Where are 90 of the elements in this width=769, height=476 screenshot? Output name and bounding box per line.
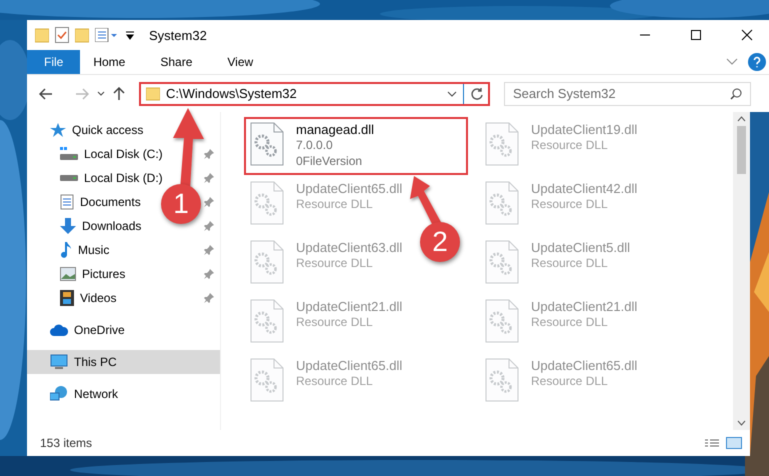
ribbon-tab[interactable]: Home xyxy=(93,50,126,74)
file-name: UpdateClient63.dll xyxy=(296,240,402,255)
computer-icon xyxy=(50,354,68,370)
file-name: UpdateClient65.dll xyxy=(296,358,402,373)
pin-icon[interactable] xyxy=(204,293,214,303)
sidebar-item[interactable]: Local Disk (C:) xyxy=(84,147,163,161)
cloud-icon xyxy=(50,324,68,336)
file-name: UpdateClient5.dll xyxy=(531,240,630,255)
item-count: 153 items xyxy=(40,436,94,450)
file-item[interactable]: managead.dll 7.0.0.0 0FileVersion xyxy=(244,117,468,175)
minimize-icon[interactable] xyxy=(638,34,650,36)
file-settings-icon xyxy=(485,299,519,343)
star-icon xyxy=(50,123,66,137)
scroll-up-icon[interactable] xyxy=(737,116,746,122)
sidebar-item[interactable]: Pictures xyxy=(82,267,126,281)
file-settings-icon xyxy=(250,240,284,284)
refresh-icon[interactable] xyxy=(470,86,484,100)
pin-icon[interactable] xyxy=(204,269,214,279)
sidebar-item[interactable]: Network xyxy=(74,387,118,401)
folder-icon xyxy=(146,86,160,100)
file-settings-icon xyxy=(485,181,519,225)
properties-icon[interactable] xyxy=(55,27,69,43)
address-bar[interactable]: C:\Windows\System32 xyxy=(139,82,490,106)
scrollbar[interactable] xyxy=(733,112,750,430)
pin-icon[interactable] xyxy=(204,149,214,159)
file-name: UpdateClient19.dll xyxy=(531,122,638,137)
sidebar-item[interactable]: OneDrive xyxy=(74,323,125,337)
file-name: UpdateClient21.dll xyxy=(531,299,638,314)
sidebar-item[interactable]: Quick access xyxy=(72,123,144,137)
sidebar-item[interactable]: Documents xyxy=(80,195,141,209)
file-detail: Resource DLL xyxy=(296,373,374,389)
drive-icon xyxy=(60,175,78,181)
back-arrow-icon[interactable] xyxy=(39,88,53,100)
search-field[interactable]: Search System32 xyxy=(504,82,751,106)
music-note-icon xyxy=(60,242,72,258)
file-name: UpdateClient65.dll xyxy=(296,181,402,196)
film-icon xyxy=(60,290,74,306)
chevron-down-icon[interactable] xyxy=(447,90,457,96)
expand-ribbon-icon[interactable] xyxy=(726,58,738,66)
tiles-view-icon[interactable] xyxy=(726,437,742,449)
pin-icon[interactable] xyxy=(204,173,214,183)
file-detail: Resource DLL xyxy=(296,255,374,271)
file-name: UpdateClient42.dll xyxy=(531,181,638,196)
sidebar-item[interactable]: Music xyxy=(78,243,110,257)
maximize-icon[interactable] xyxy=(690,29,702,41)
network-icon xyxy=(50,386,68,402)
scroll-down-icon[interactable] xyxy=(737,420,746,426)
close-icon[interactable] xyxy=(740,29,752,41)
file-settings-icon xyxy=(250,299,284,343)
file-name: UpdateClient21.dll xyxy=(296,299,402,314)
file-settings-icon xyxy=(485,240,519,284)
view-options-icon[interactable] xyxy=(95,28,119,42)
file-detail: Resource DLL xyxy=(296,314,374,330)
file-settings-icon xyxy=(485,122,519,166)
file-detail: Resource DLL xyxy=(531,196,609,212)
window-title: System32 xyxy=(149,28,208,42)
file-settings-icon xyxy=(250,122,284,166)
sidebar-item[interactable]: Local Disk (D:) xyxy=(84,171,163,185)
image-icon xyxy=(60,267,76,281)
file-detail: Resource DLL xyxy=(531,255,609,271)
scroll-thumb[interactable] xyxy=(737,126,746,174)
pin-icon[interactable] xyxy=(204,245,214,255)
file-name: UpdateClient65.dll xyxy=(531,358,638,373)
file-detail: Resource DLL xyxy=(531,373,609,389)
file-settings-icon xyxy=(250,358,284,402)
up-arrow-icon[interactable] xyxy=(113,86,125,100)
file-detail: Resource DLL xyxy=(531,314,609,330)
sidebar-item[interactable]: Downloads xyxy=(82,219,142,233)
file-detail: 7.0.0.0 xyxy=(296,137,334,153)
ribbon-tab[interactable]: Share xyxy=(160,50,192,74)
file-detail: Resource DLL xyxy=(296,196,374,212)
file-settings-icon xyxy=(250,181,284,225)
ribbon-tab[interactable]: View xyxy=(227,50,254,74)
chevron-down-icon[interactable] xyxy=(97,90,105,96)
pin-icon[interactable] xyxy=(204,197,214,207)
drive-icon xyxy=(60,147,78,161)
sidebar-item[interactable]: This PC xyxy=(27,350,220,374)
details-view-icon[interactable] xyxy=(704,438,720,448)
down-arrow-icon xyxy=(60,218,76,234)
pin-icon[interactable] xyxy=(204,221,214,231)
file-settings-icon xyxy=(485,358,519,402)
help-icon[interactable] xyxy=(748,53,766,71)
document-icon xyxy=(60,194,74,210)
search-icon[interactable] xyxy=(730,88,742,100)
sidebar-item[interactable]: Videos xyxy=(80,291,116,305)
customize-toolbar-icon[interactable] xyxy=(125,30,135,40)
file-detail: 0FileVersion xyxy=(296,153,364,169)
file-menu-button[interactable]: File xyxy=(27,50,80,74)
file-detail: Resource DLL xyxy=(531,137,609,153)
file-name: managead.dll xyxy=(296,122,374,137)
